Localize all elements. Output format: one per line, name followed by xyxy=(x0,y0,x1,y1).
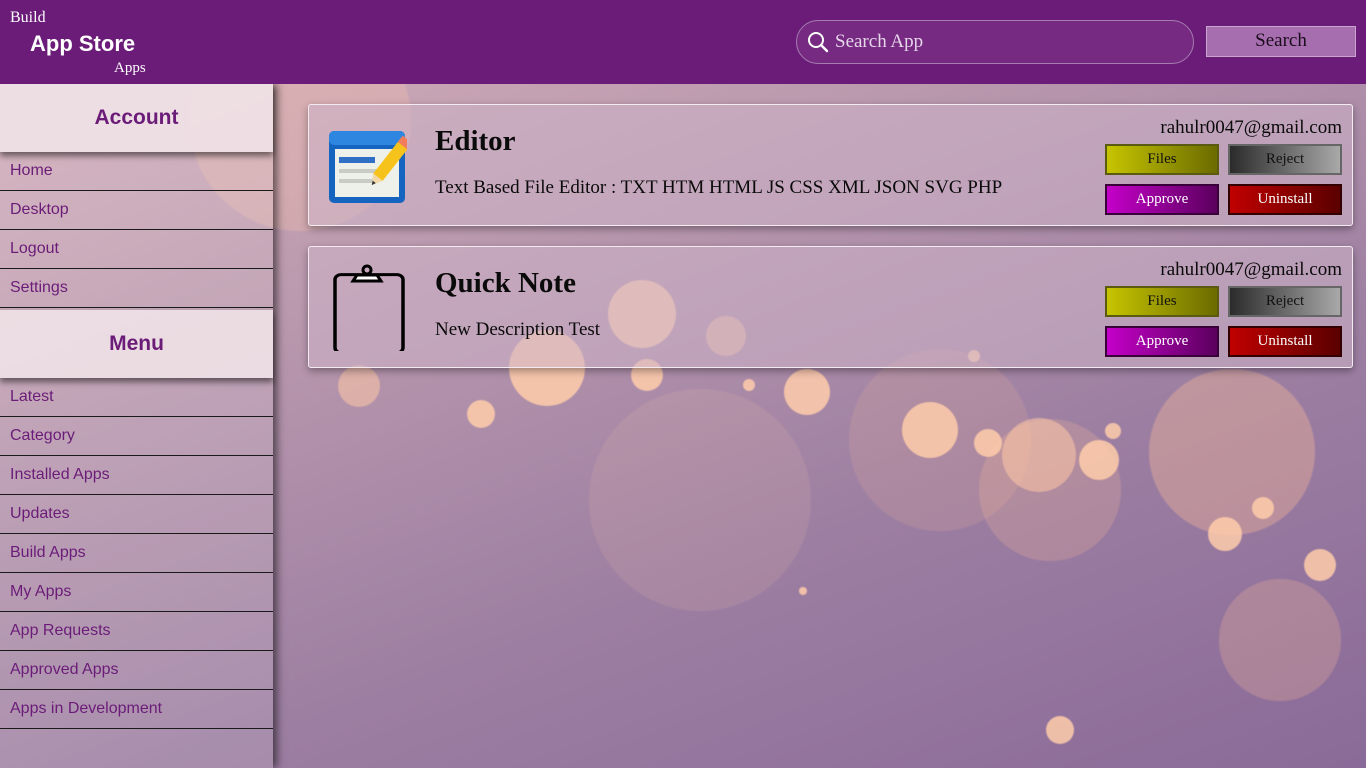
sidebar: Account Home Desktop Logout Settings Men… xyxy=(0,84,273,768)
sidebar-item-app-requests[interactable]: App Requests xyxy=(0,612,273,651)
search-icon xyxy=(807,31,829,53)
app-name: Editor xyxy=(435,125,516,157)
account-section-title: Account xyxy=(0,84,273,152)
sidebar-item-installed-apps[interactable]: Installed Apps xyxy=(0,456,273,495)
logo-apps-text: Apps xyxy=(114,60,146,76)
sidebar-item-settings[interactable]: Settings xyxy=(0,269,273,308)
app-card: Editor Text Based File Editor : TXT HTM … xyxy=(308,104,1353,226)
sidebar-item-updates[interactable]: Updates xyxy=(0,495,273,534)
sidebar-item-logout[interactable]: Logout xyxy=(0,230,273,269)
logo-build-text: Build xyxy=(10,9,46,26)
text-editor-icon[interactable] xyxy=(327,127,413,207)
sidebar-item-approved-apps[interactable]: Approved Apps xyxy=(0,651,273,690)
app-description: Text Based File Editor : TXT HTM HTML JS… xyxy=(435,177,1003,198)
sidebar-item-desktop[interactable]: Desktop xyxy=(0,191,273,230)
app-name: Quick Note xyxy=(435,267,576,299)
top-header: Build App Store Apps Search xyxy=(0,0,1366,84)
sidebar-item-apps-in-development[interactable]: Apps in Development xyxy=(0,690,273,729)
reject-button[interactable]: Reject xyxy=(1228,144,1342,175)
search-button[interactable]: Search xyxy=(1206,26,1356,57)
sidebar-item-my-apps[interactable]: My Apps xyxy=(0,573,273,612)
sidebar-item-home[interactable]: Home xyxy=(0,152,273,191)
files-button[interactable]: Files xyxy=(1105,286,1219,317)
uninstall-button[interactable]: Uninstall xyxy=(1228,184,1342,215)
uninstall-button[interactable]: Uninstall xyxy=(1228,326,1342,357)
reject-button[interactable]: Reject xyxy=(1228,286,1342,317)
search-box[interactable] xyxy=(796,20,1194,64)
menu-section-title: Menu xyxy=(0,310,273,378)
sidebar-item-latest[interactable]: Latest xyxy=(0,378,273,417)
developer-email: rahulr0047@gmail.com xyxy=(1160,117,1342,138)
app-card: Quick Note New Description Test rahulr00… xyxy=(308,246,1353,368)
sidebar-item-category[interactable]: Category xyxy=(0,417,273,456)
app-description: New Description Test xyxy=(435,319,601,340)
sidebar-item-build-apps[interactable]: Build Apps xyxy=(0,534,273,573)
files-button[interactable]: Files xyxy=(1105,144,1219,175)
logo-title: App Store xyxy=(30,31,136,56)
approve-button[interactable]: Approve xyxy=(1105,184,1219,215)
clipboard-icon[interactable] xyxy=(327,264,407,355)
approve-button[interactable]: Approve xyxy=(1105,326,1219,357)
developer-email: rahulr0047@gmail.com xyxy=(1160,259,1342,280)
search-input[interactable] xyxy=(833,30,1177,54)
